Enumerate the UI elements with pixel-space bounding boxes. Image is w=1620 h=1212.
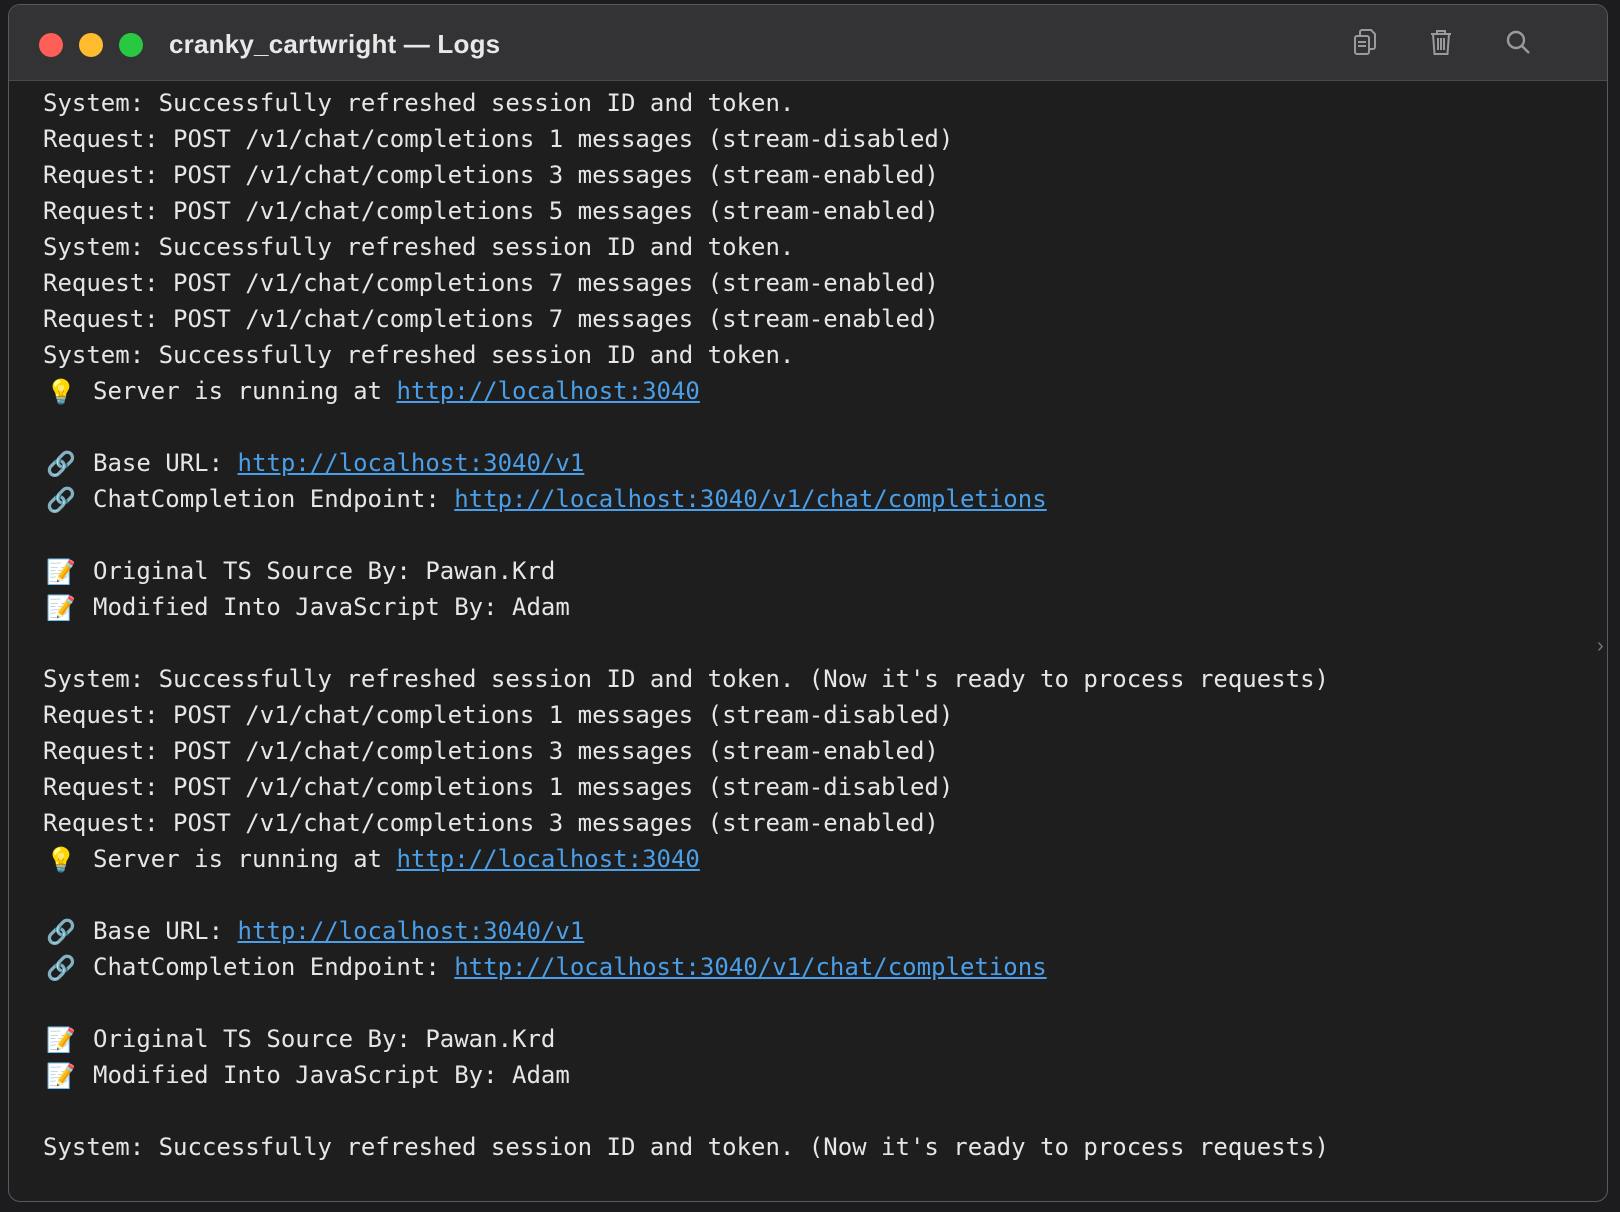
log-line: Request: POST /v1/chat/completions 7 mes…	[43, 265, 1607, 301]
log-text: Request: POST /v1/chat/completions 5 mes…	[43, 197, 939, 225]
log-text: System: Successfully refreshed session I…	[43, 233, 795, 261]
log-line: Request: POST /v1/chat/completions 3 mes…	[43, 805, 1607, 841]
log-line: 🔗 ChatCompletion Endpoint: http://localho…	[43, 949, 1607, 985]
log-text: Request: POST /v1/chat/completions 3 mes…	[43, 737, 939, 765]
log-text: Request: POST /v1/chat/completions 1 mes…	[43, 125, 954, 153]
log-text: Original TS Source By: Pawan.Krd	[93, 557, 556, 585]
log-text: Request: POST /v1/chat/completions 7 mes…	[43, 269, 939, 297]
log-line: Request: POST /v1/chat/completions 1 mes…	[43, 121, 1607, 157]
log-blank-line	[43, 517, 1607, 553]
close-window-button[interactable]	[39, 33, 63, 57]
link-icon: 🔗	[46, 918, 76, 946]
log-text: System: Successfully refreshed session I…	[43, 341, 795, 369]
log-link[interactable]: http://localhost:3040/v1/chat/completion…	[454, 485, 1046, 513]
log-text: Base URL:	[93, 449, 238, 477]
link-icon: 🔗	[46, 954, 76, 982]
log-line: Request: POST /v1/chat/completions 5 mes…	[43, 193, 1607, 229]
scroll-handle-icon[interactable]: ›	[1597, 635, 1605, 659]
log-line: 🔗 ChatCompletion Endpoint: http://localho…	[43, 481, 1607, 517]
log-text: Modified Into JavaScript By: Adam	[93, 1061, 570, 1089]
log-text: Modified Into JavaScript By: Adam	[93, 593, 570, 621]
log-output[interactable]: System: Successfully refreshed session I…	[9, 81, 1607, 1201]
logs-window: cranky_cartwright — Logs System: Success…	[8, 4, 1608, 1202]
title-bar: cranky_cartwright — Logs	[9, 5, 1607, 81]
lightbulb-icon: 💡	[46, 846, 76, 874]
log-text: Base URL:	[93, 917, 238, 945]
window-title: cranky_cartwright — Logs	[169, 29, 501, 59]
log-blank-line	[43, 409, 1607, 445]
minimize-window-button[interactable]	[79, 33, 103, 57]
log-line: System: Successfully refreshed session I…	[43, 229, 1607, 265]
log-text: Request: POST /v1/chat/completions 3 mes…	[43, 161, 939, 189]
log-line: Request: POST /v1/chat/completions 3 mes…	[43, 733, 1607, 769]
clear-logs-button[interactable]	[1424, 27, 1458, 61]
log-line: System: Successfully refreshed session I…	[43, 337, 1607, 373]
log-line: 📝 Modified Into JavaScript By: Adam	[43, 589, 1607, 625]
memo-icon: 📝	[46, 594, 76, 622]
log-text: Server is running at	[93, 845, 397, 873]
log-line: Request: POST /v1/chat/completions 1 mes…	[43, 697, 1607, 733]
log-text: Request: POST /v1/chat/completions 1 mes…	[43, 773, 954, 801]
log-link[interactable]: http://localhost:3040	[396, 377, 699, 405]
log-text: System: Successfully refreshed session I…	[43, 1133, 1329, 1161]
log-blank-line	[43, 877, 1607, 913]
log-line: 📝 Modified Into JavaScript By: Adam	[43, 1057, 1607, 1093]
log-text: Server is running at	[93, 377, 397, 405]
lightbulb-icon: 💡	[46, 378, 76, 406]
search-button[interactable]	[1501, 27, 1535, 61]
log-text: Request: POST /v1/chat/completions 3 mes…	[43, 809, 939, 837]
maximize-window-button[interactable]	[119, 33, 143, 57]
link-icon: 🔗	[46, 450, 76, 478]
log-text: Request: POST /v1/chat/completions 7 mes…	[43, 305, 939, 333]
log-link[interactable]: http://localhost:3040/v1/chat/completion…	[454, 953, 1046, 981]
log-link[interactable]: http://localhost:3040	[396, 845, 699, 873]
log-blank-line	[43, 625, 1607, 661]
log-text: ChatCompletion Endpoint:	[93, 953, 455, 981]
log-line: 💡 Server is running at http://localhost:3…	[43, 841, 1607, 877]
log-text: System: Successfully refreshed session I…	[43, 89, 795, 117]
log-line: System: Successfully refreshed session I…	[43, 1129, 1607, 1165]
trash-icon	[1426, 27, 1456, 62]
log-line: 🔗 Base URL: http://localhost:3040/v1	[43, 913, 1607, 949]
log-line: System: Successfully refreshed session I…	[43, 85, 1607, 121]
log-line: 📝 Original TS Source By: Pawan.Krd	[43, 1021, 1607, 1057]
log-line: 🔗 Base URL: http://localhost:3040/v1	[43, 445, 1607, 481]
memo-icon: 📝	[46, 1026, 76, 1054]
log-line: Request: POST /v1/chat/completions 1 mes…	[43, 769, 1607, 805]
copy-icon	[1349, 27, 1379, 62]
log-blank-line	[43, 1093, 1607, 1129]
log-line: Request: POST /v1/chat/completions 3 mes…	[43, 157, 1607, 193]
log-text: Original TS Source By: Pawan.Krd	[93, 1025, 556, 1053]
log-line: Request: POST /v1/chat/completions 7 mes…	[43, 301, 1607, 337]
log-blank-line	[43, 985, 1607, 1021]
log-text: System: Successfully refreshed session I…	[43, 665, 1329, 693]
search-icon	[1503, 27, 1533, 62]
memo-icon: 📝	[46, 1062, 76, 1090]
log-link[interactable]: http://localhost:3040/v1	[238, 449, 585, 477]
memo-icon: 📝	[46, 558, 76, 586]
log-line: 📝 Original TS Source By: Pawan.Krd	[43, 553, 1607, 589]
log-line: System: Successfully refreshed session I…	[43, 661, 1607, 697]
log-text: Request: POST /v1/chat/completions 1 mes…	[43, 701, 954, 729]
log-line: 💡 Server is running at http://localhost:3…	[43, 373, 1607, 409]
log-text: ChatCompletion Endpoint:	[93, 485, 455, 513]
link-icon: 🔗	[46, 486, 76, 514]
copy-button[interactable]	[1347, 27, 1381, 61]
log-link[interactable]: http://localhost:3040/v1	[238, 917, 585, 945]
